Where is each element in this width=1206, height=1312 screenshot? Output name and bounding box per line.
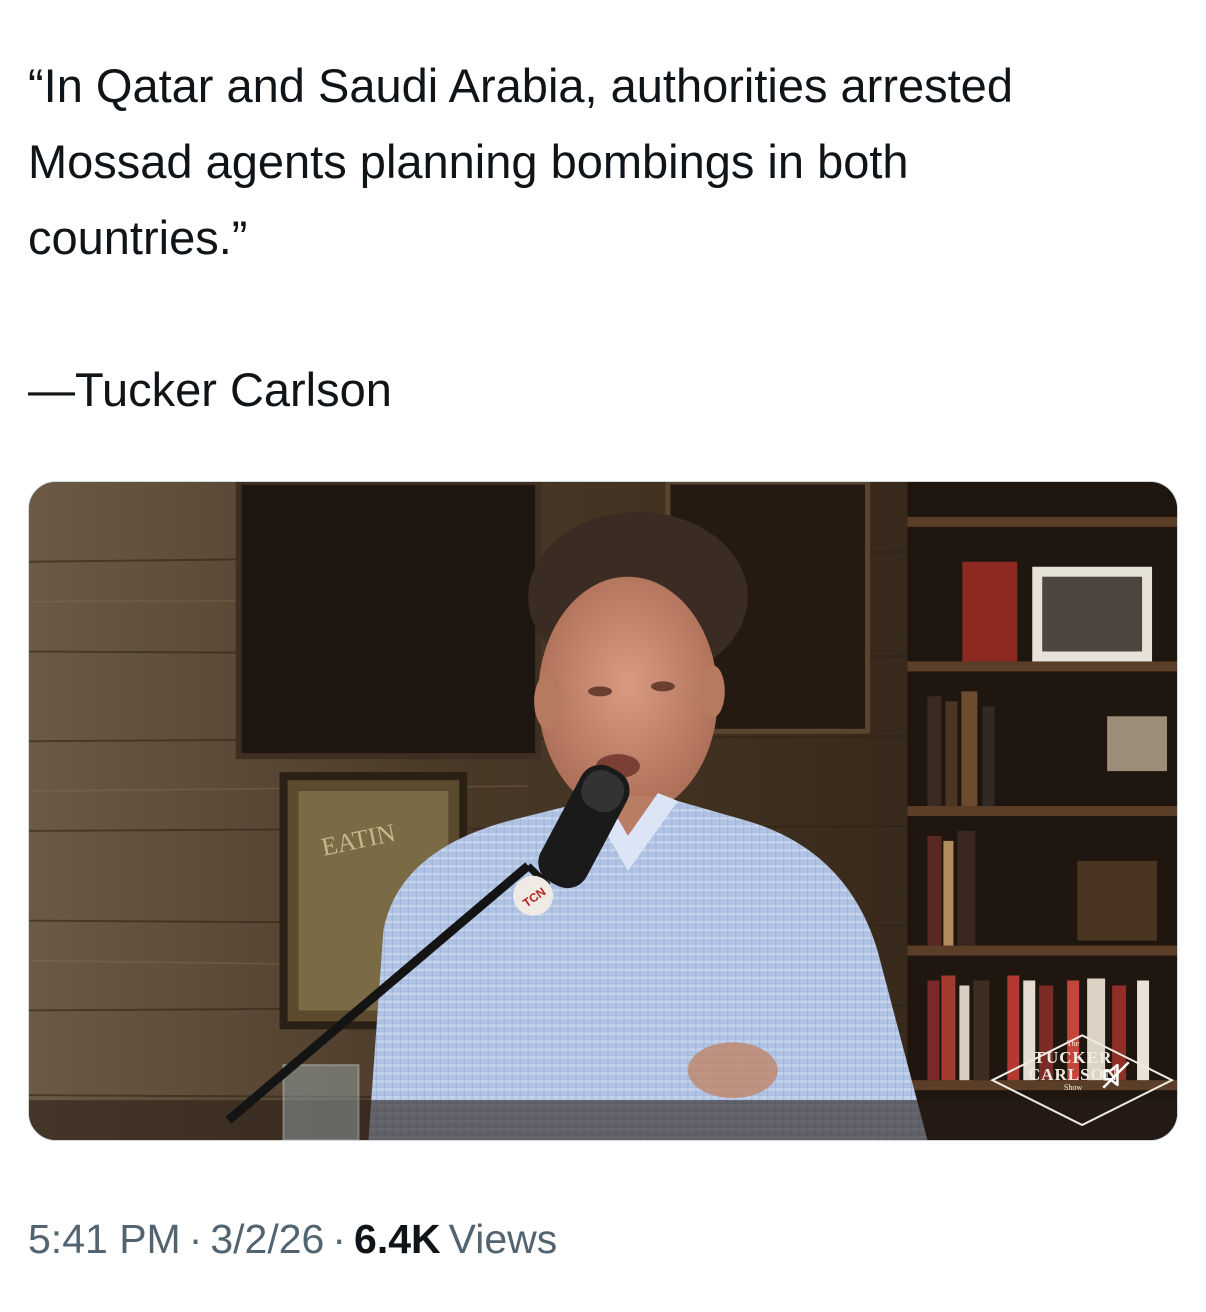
attribution: —Tucker Carlson [28, 363, 392, 416]
tweet-text: “In Qatar and Saudi Arabia, authorities … [28, 48, 1188, 428]
mute-toggle-button[interactable] [1095, 1054, 1137, 1096]
views-label: Views [448, 1216, 558, 1262]
watermark-line4: Show [1063, 1083, 1083, 1092]
show-watermark: The TUCKER CARLSON Show [983, 1026, 1163, 1106]
tweet: “In Qatar and Saudi Arabia, authorities … [0, 0, 1206, 1312]
tweet-date[interactable]: 3/2/26 [210, 1216, 324, 1262]
video-player[interactable]: EATIN TCN The TUCKER CARLSON Show [28, 481, 1178, 1141]
quote-text: “In Qatar and Saudi Arabia, authorities … [28, 59, 1013, 264]
meta-separator: · [188, 1216, 203, 1262]
speaker-muted-icon [1102, 1061, 1130, 1089]
meta-separator: · [332, 1216, 347, 1262]
views-count[interactable]: 6.4K [354, 1216, 441, 1262]
tweet-time[interactable]: 5:41 PM [28, 1216, 181, 1262]
tweet-meta: 5:41 PM · 3/2/26 · 6.4K Views [28, 1213, 557, 1265]
